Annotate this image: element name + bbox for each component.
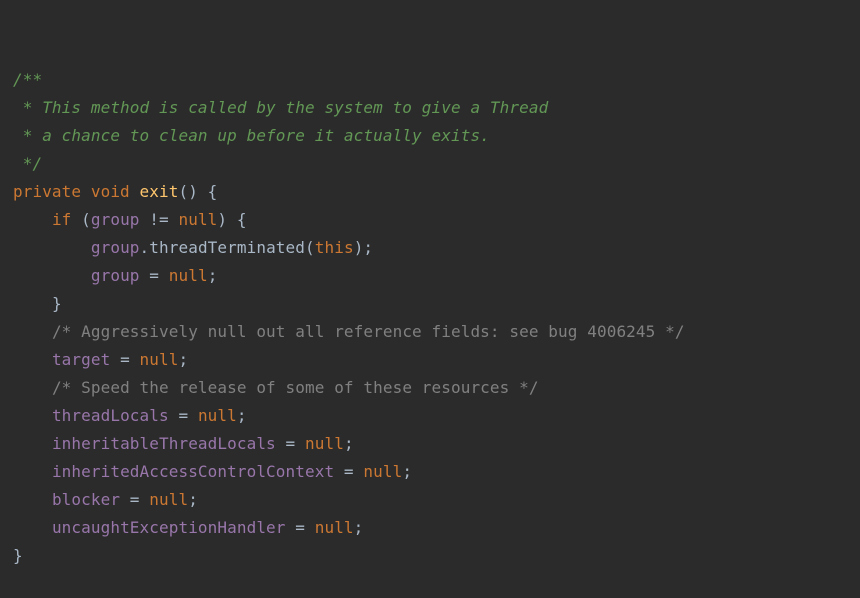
code-token-plain: ; — [402, 462, 413, 481]
code-token-kw: null — [305, 434, 344, 453]
code-token-field: blocker — [51, 490, 121, 509]
code-token-doc: */ — [13, 154, 43, 173]
code-token-field: group — [90, 238, 140, 257]
code-token-field: group — [90, 266, 140, 285]
code-line[interactable]: /** — [0, 66, 860, 94]
code-token-plain: = — [285, 518, 315, 537]
code-token-plain: } — [51, 294, 62, 313]
code-token-doc: * This method is called by the system to… — [13, 98, 549, 117]
code-token-plain: } — [13, 546, 23, 565]
code-token-plain: ; — [188, 490, 198, 509]
code-token-kw: null — [139, 350, 179, 369]
code-token-field: uncaughtExceptionHandler — [51, 518, 286, 537]
code-token-plain: = — [334, 462, 364, 481]
code-token-kw: null — [314, 518, 354, 537]
code-token-plain: = — [120, 490, 150, 509]
code-line[interactable]: } — [0, 542, 860, 570]
code-token-kw: null — [197, 406, 237, 425]
code-token-plain: .threadTerminated( — [139, 238, 315, 257]
code-token-kw: private void — [13, 182, 140, 201]
code-line[interactable]: inheritableThreadLocals = null; — [0, 430, 860, 458]
code-token-plain: ; — [353, 518, 364, 537]
code-token-plain: = — [275, 434, 305, 453]
code-line[interactable]: blocker = null; — [0, 486, 860, 514]
code-line[interactable]: inheritedAccessControlContext = null; — [0, 458, 860, 486]
code-token-kw: null — [168, 266, 208, 285]
code-token-field: group — [90, 210, 140, 229]
code-line[interactable]: group = null; — [0, 262, 860, 290]
code-line[interactable]: } — [0, 290, 860, 318]
code-line[interactable]: if (group != null) { — [0, 206, 860, 234]
source-code-block[interactable]: /** * This method is called by the syste… — [0, 66, 860, 570]
code-line[interactable]: */ — [0, 150, 860, 178]
code-token-field: threadLocals — [51, 406, 169, 425]
code-token-plain: != — [139, 210, 179, 229]
code-token-kw: this — [314, 238, 354, 257]
code-editor-pane[interactable]: /** * This method is called by the syste… — [0, 0, 860, 565]
code-token-method: exit — [139, 182, 179, 201]
code-line[interactable]: * This method is called by the system to… — [0, 94, 860, 122]
code-token-plain: ; — [343, 434, 354, 453]
code-token-kw: null — [178, 210, 218, 229]
code-line[interactable]: /* Speed the release of some of these re… — [0, 374, 860, 402]
code-token-plain: ( — [71, 210, 91, 229]
code-line[interactable]: target = null; — [0, 346, 860, 374]
code-line[interactable]: group.threadTerminated(this); — [0, 234, 860, 262]
code-token-plain: = — [110, 350, 140, 369]
code-token-doc: * a chance to clean up before it actuall… — [13, 126, 490, 145]
code-line[interactable]: threadLocals = null; — [0, 402, 860, 430]
code-line[interactable]: private void exit() { — [0, 178, 860, 206]
code-token-field: inheritedAccessControlContext — [51, 462, 335, 481]
code-line[interactable]: /* Aggressively null out all reference f… — [0, 318, 860, 346]
code-token-plain: = — [168, 406, 198, 425]
code-token-plain: ; — [178, 350, 189, 369]
code-token-plain: ; — [207, 266, 218, 285]
code-token-plain: ; — [236, 406, 247, 425]
code-token-kw: null — [149, 490, 189, 509]
code-token-plain: ) { — [217, 210, 247, 229]
code-token-kw: null — [363, 462, 403, 481]
code-line[interactable]: uncaughtExceptionHandler = null; — [0, 514, 860, 542]
code-token-plain: ); — [353, 238, 374, 257]
code-token-kw: if — [51, 210, 72, 229]
code-token-cmt: /* Aggressively null out all reference f… — [51, 322, 685, 341]
code-token-plain: () { — [178, 182, 218, 201]
code-token-field: target — [51, 350, 111, 369]
code-token-field: inheritableThreadLocals — [51, 434, 276, 453]
code-line[interactable]: * a chance to clean up before it actuall… — [0, 122, 860, 150]
code-token-doc: /** — [13, 70, 43, 89]
code-token-cmt: /* Speed the release of some of these re… — [51, 378, 539, 397]
code-token-plain: = — [139, 266, 169, 285]
